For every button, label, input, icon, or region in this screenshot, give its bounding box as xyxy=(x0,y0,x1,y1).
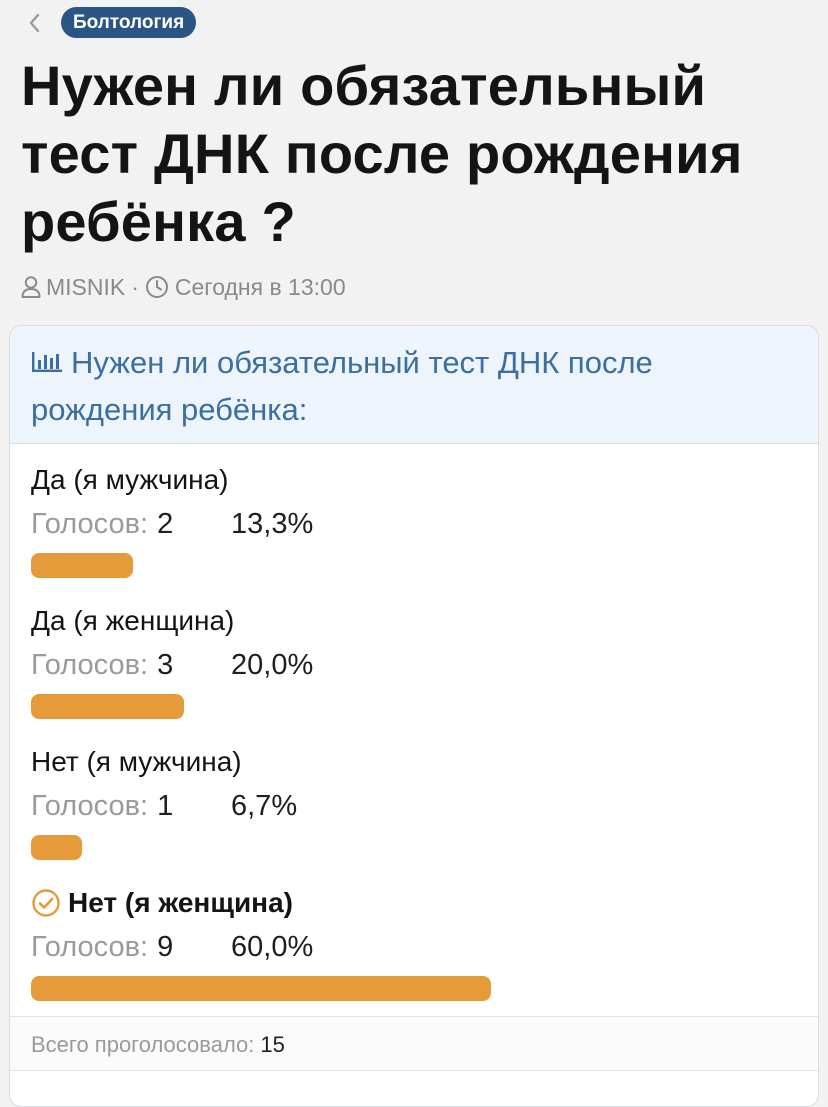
poll-option-1: Да (я женщина) Голосов: 3 20,0% xyxy=(31,603,811,733)
user-icon xyxy=(20,275,42,299)
poll-bar xyxy=(31,835,82,860)
votes-percent: 13,3% xyxy=(231,508,314,540)
poll-option-2: Нет (я мужчина) Голосов: 1 6,7% xyxy=(31,744,811,874)
votes-percent: 60,0% xyxy=(231,931,314,963)
poll-option-0: Да (я мужчина) Голосов: 2 13,3% xyxy=(31,462,811,592)
poll-bar-track xyxy=(31,835,811,860)
poll-question: Нужен ли обязательный тест ДНК после рож… xyxy=(31,339,791,433)
category-badge[interactable]: Болтология xyxy=(61,7,197,38)
poll-bar xyxy=(31,976,491,1001)
poll-option-label-chosen: Нет (я женщина) xyxy=(31,885,293,921)
poll-option-label: Да (я мужчина) xyxy=(31,464,229,495)
votes-count: 3 xyxy=(157,649,174,681)
poll-option-stats: Голосов: 9 60,0% xyxy=(31,929,313,965)
poll-bar-track xyxy=(31,694,811,719)
votes-count: 1 xyxy=(157,790,174,822)
poll-question-text: Нужен ли обязательный тест ДНК после рож… xyxy=(31,345,653,427)
votes-label: Голосов: xyxy=(31,649,149,681)
poll-total: Всего проголосовало: 15 xyxy=(31,1031,285,1059)
votes-label: Голосов: xyxy=(31,508,149,540)
poll-header: Нужен ли обязательный тест ДНК после рож… xyxy=(10,326,818,444)
poll-option-stats: Голосов: 2 13,3% xyxy=(31,506,313,542)
votes-count: 2 xyxy=(157,508,174,540)
thread-author[interactable]: MISNIK xyxy=(46,274,125,301)
votes-percent: 6,7% xyxy=(231,790,298,822)
thread-title: Нужен ли обязательный тест ДНК после рож… xyxy=(21,54,743,253)
poll-footer: Всего проголосовало: 15 xyxy=(10,1016,818,1071)
votes-percent: 20,0% xyxy=(231,649,314,681)
total-votes-value: 15 xyxy=(260,1032,285,1057)
poll-option-label: Нет (я женщина) xyxy=(68,887,293,918)
clock-icon xyxy=(145,275,169,299)
divider xyxy=(10,1070,818,1071)
votes-label: Голосов: xyxy=(31,931,149,963)
poll-option-stats: Голосов: 1 6,7% xyxy=(31,788,297,824)
poll-option-label: Нет (я мужчина) xyxy=(31,746,242,777)
poll-bar xyxy=(31,694,184,719)
poll-bar xyxy=(31,553,133,578)
poll-option-stats: Голосов: 3 20,0% xyxy=(31,647,313,683)
total-votes-label: Всего проголосовало: xyxy=(31,1032,255,1057)
poll-option-3: Нет (я женщина) Голосов: 9 60,0% xyxy=(31,885,811,1015)
poll-option-label: Да (я женщина) xyxy=(31,605,235,636)
poll-bar-track xyxy=(31,976,811,1001)
top-bar: Болтология xyxy=(0,0,828,46)
votes-count: 9 xyxy=(157,931,174,963)
poll-bar-track xyxy=(31,553,811,578)
chevron-left-icon xyxy=(29,13,40,33)
check-circle-icon xyxy=(31,888,61,918)
back-button[interactable] xyxy=(22,8,46,38)
votes-label: Голосов: xyxy=(31,790,149,822)
poll-block: Нужен ли обязательный тест ДНК после рож… xyxy=(9,325,819,1107)
thread-meta: MISNIK · Сегодня в 13:00 xyxy=(20,272,346,302)
meta-separator: · xyxy=(131,273,139,300)
bar-chart-icon xyxy=(32,352,62,372)
thread-date[interactable]: Сегодня в 13:00 xyxy=(175,274,346,301)
